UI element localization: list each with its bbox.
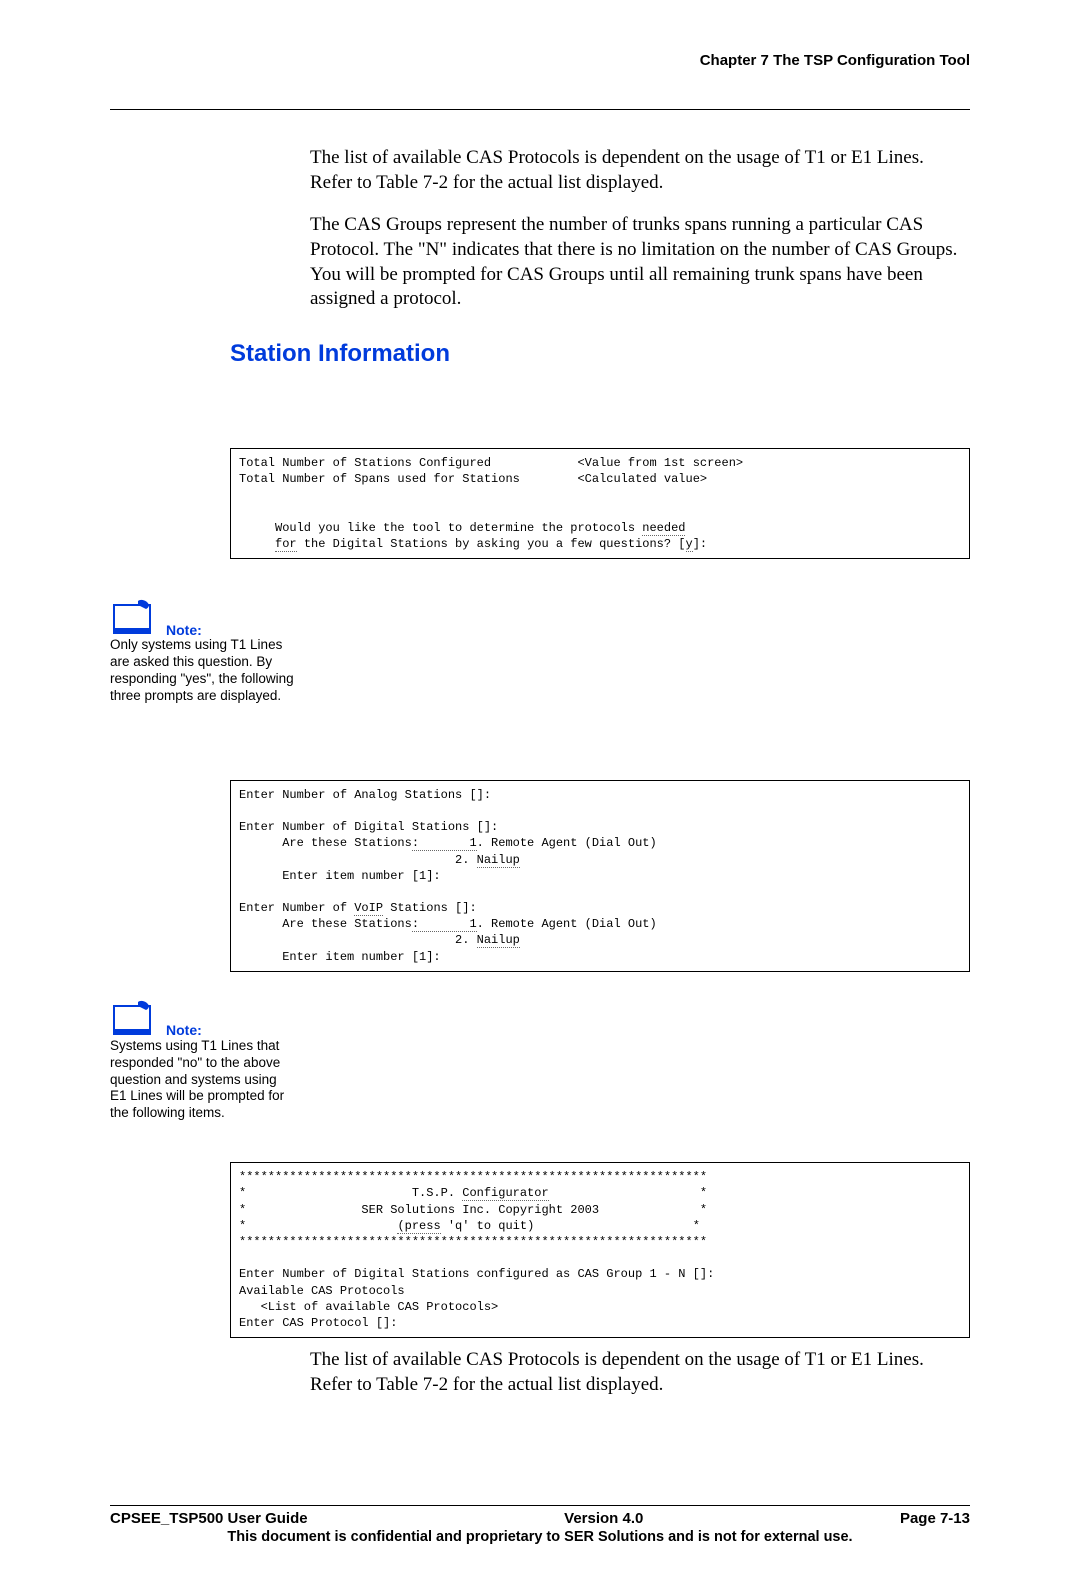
terminal-block-station-info: Total Number of Stations Configured <Val… bbox=[230, 448, 970, 559]
footer-left: CPSEE_TSP500 User Guide bbox=[110, 1510, 308, 1527]
terminal-text: Enter CAS Protocol []: bbox=[239, 1316, 397, 1330]
terminal-text: <Calculated value> bbox=[577, 472, 707, 486]
terminal-text: 2. bbox=[239, 933, 477, 947]
terminal-text: Total Number of Stations Configured bbox=[239, 456, 491, 470]
terminal-text: * SER Solutions Inc. Copyright 2003 * bbox=[239, 1203, 707, 1217]
terminal-text: ****************************************… bbox=[239, 1170, 707, 1184]
terminal-text: ]: bbox=[693, 537, 707, 551]
terminal-text: Available CAS Protocols bbox=[239, 1284, 405, 1298]
terminal-text: Nailup bbox=[477, 933, 520, 948]
terminal-text: <Value from 1st screen> bbox=[577, 456, 743, 470]
terminal-text: Are these Stations bbox=[239, 836, 412, 850]
body-paragraph: The CAS Groups represent the number of t… bbox=[310, 213, 970, 312]
note-block: Note: Systems using T1 Lines that respon… bbox=[110, 1000, 295, 1122]
note-text: Systems using T1 Lines that responded "n… bbox=[110, 1038, 295, 1122]
terminal-block-stations-entry: Enter Number of Analog Stations []: Ente… bbox=[230, 780, 970, 972]
terminal-text: Total Number of Spans used for Stations bbox=[239, 472, 520, 486]
terminal-text: the Digital Stations by asking you a few… bbox=[297, 537, 686, 551]
terminal-text: Enter Number of bbox=[239, 901, 354, 915]
terminal-text: . Remote Agent (Dial Out) bbox=[477, 836, 657, 850]
note-label: Note: bbox=[166, 622, 202, 640]
document-page: Chapter 7 The TSP Configuration Tool The… bbox=[0, 0, 1080, 1585]
note-icon bbox=[110, 1000, 162, 1036]
body-paragraph: The list of available CAS Protocols is d… bbox=[310, 1348, 970, 1397]
header-rule bbox=[110, 109, 970, 110]
terminal-text: Nailup bbox=[477, 853, 520, 868]
footer-confidential: This document is confidential and propri… bbox=[110, 1529, 970, 1545]
page-footer: CPSEE_TSP500 User Guide Version 4.0 Page… bbox=[110, 1505, 970, 1545]
terminal-text: (press bbox=[397, 1219, 440, 1234]
terminal-text: . Remote Agent (Dial Out) bbox=[477, 917, 657, 931]
terminal-text: <List of available CAS Protocols> bbox=[239, 1300, 498, 1314]
footer-rule bbox=[110, 1505, 970, 1506]
body-paragraph: The list of available CAS Protocols is d… bbox=[310, 146, 970, 195]
note-icon bbox=[110, 599, 162, 635]
terminal-text: * bbox=[239, 1219, 397, 1233]
terminal-text: ****************************************… bbox=[239, 1235, 707, 1249]
terminal-text: Enter Number of Digital Stations configu… bbox=[239, 1267, 714, 1281]
terminal-text: Are these Stations bbox=[239, 917, 412, 931]
terminal-text: Enter Number of Digital Stations []: bbox=[239, 820, 498, 834]
section-heading: Station Information bbox=[230, 340, 970, 368]
terminal-text: : 1 bbox=[412, 917, 477, 932]
terminal-text bbox=[239, 537, 275, 551]
note-text: Only systems using T1 Lines are asked th… bbox=[110, 637, 295, 705]
note-block: Note: Only systems using T1 Lines are as… bbox=[110, 599, 295, 705]
terminal-text: needed bbox=[642, 521, 685, 536]
terminal-block-configurator: ****************************************… bbox=[230, 1162, 970, 1338]
terminal-text: for bbox=[275, 537, 297, 552]
terminal-text: Would you like the tool to determine the… bbox=[239, 521, 642, 535]
note-label: Note: bbox=[166, 1022, 202, 1040]
terminal-text: 2. bbox=[239, 853, 477, 867]
terminal-text: Configurator bbox=[462, 1186, 548, 1201]
terminal-text: 'q' to quit) * bbox=[441, 1219, 700, 1233]
terminal-text: y bbox=[686, 537, 693, 552]
chapter-header: Chapter 7 The TSP Configuration Tool bbox=[110, 52, 970, 69]
terminal-text: Stations []: bbox=[383, 901, 477, 915]
footer-center: Version 4.0 bbox=[564, 1510, 643, 1527]
terminal-text: VoIP bbox=[354, 901, 383, 916]
terminal-text: Enter item number [1]: bbox=[239, 950, 441, 964]
terminal-text: Enter Number of Analog Stations []: bbox=[239, 788, 491, 802]
terminal-text: Enter item number [1]: bbox=[239, 869, 441, 883]
terminal-text: * T.S.P. bbox=[239, 1186, 462, 1200]
footer-right: Page 7-13 bbox=[900, 1510, 970, 1527]
terminal-text: * bbox=[549, 1186, 707, 1200]
terminal-text: : 1 bbox=[412, 836, 477, 851]
